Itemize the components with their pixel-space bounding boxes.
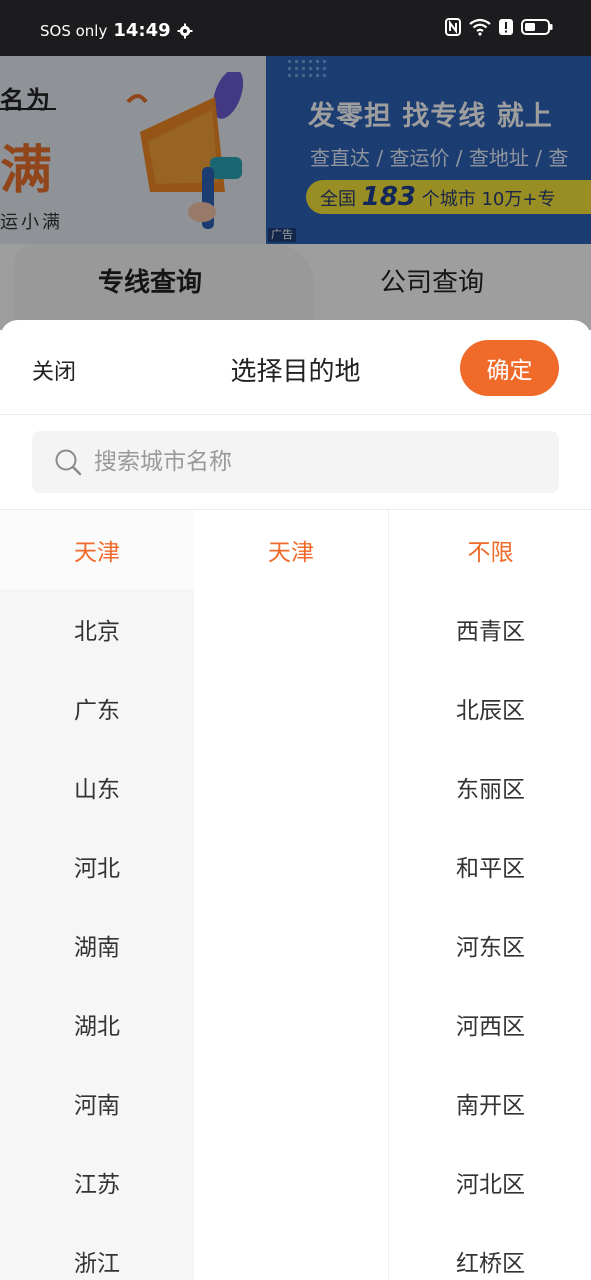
confirm-button[interactable]: 确定 xyxy=(460,340,559,396)
carrier-text: SOS only xyxy=(40,21,108,40)
district-item[interactable]: 河东区 xyxy=(390,905,591,984)
province-item[interactable]: 北京 xyxy=(0,589,194,668)
district-item[interactable]: 南开区 xyxy=(390,1063,591,1142)
district-item[interactable]: 东丽区 xyxy=(390,747,591,826)
province-item-selected[interactable]: 天津 xyxy=(0,510,194,589)
alert-icon xyxy=(499,19,513,35)
status-bar: SOS only 14:49 xyxy=(0,0,591,56)
province-item[interactable]: 江苏 xyxy=(0,1142,194,1221)
district-list[interactable]: 不限 西青区 北辰区 东丽区 和平区 河东区 河西区 南开区 河北区 红桥区 xyxy=(390,510,591,1280)
status-right xyxy=(445,18,553,36)
city-search-input[interactable] xyxy=(94,449,514,475)
district-item[interactable]: 河西区 xyxy=(390,984,591,1063)
province-item[interactable]: 河北 xyxy=(0,826,194,905)
settings-gear-icon xyxy=(177,23,193,38)
district-item[interactable]: 和平区 xyxy=(390,826,591,905)
sheet-header: 关闭 选择目的地 确定 xyxy=(0,320,591,415)
district-item[interactable]: 红桥区 xyxy=(390,1221,591,1280)
district-item[interactable]: 西青区 xyxy=(390,589,591,668)
province-item[interactable]: 湖北 xyxy=(0,984,194,1063)
district-item[interactable]: 北辰区 xyxy=(390,668,591,747)
province-item[interactable]: 河南 xyxy=(0,1063,194,1142)
province-list[interactable]: 天津 北京 广东 山东 河北 湖南 湖北 河南 江苏 浙江 xyxy=(0,510,194,1280)
province-item[interactable]: 广东 xyxy=(0,668,194,747)
city-item-selected[interactable]: 天津 xyxy=(194,510,388,589)
city-list[interactable]: 天津 xyxy=(194,510,389,1280)
wifi-icon xyxy=(469,18,491,36)
district-item-selected[interactable]: 不限 xyxy=(390,510,591,589)
province-item[interactable]: 湖南 xyxy=(0,905,194,984)
search-section xyxy=(0,415,591,510)
status-left: SOS only 14:49 xyxy=(40,20,193,41)
region-columns: 天津 北京 广东 山东 河北 湖南 湖北 河南 江苏 浙江 天津 不限 西青区 … xyxy=(0,510,591,1280)
clock: 14:49 xyxy=(113,20,171,41)
battery-icon xyxy=(521,19,553,35)
district-item[interactable]: 河北区 xyxy=(390,1142,591,1221)
destination-picker-sheet: 关闭 选择目的地 确定 天津 北京 广东 山东 河北 湖南 湖北 河南 江苏 浙… xyxy=(0,320,591,1280)
search-icon xyxy=(55,449,82,476)
province-item[interactable]: 浙江 xyxy=(0,1221,194,1280)
province-item[interactable]: 山东 xyxy=(0,747,194,826)
nfc-icon xyxy=(445,18,461,36)
search-box[interactable] xyxy=(32,431,559,493)
